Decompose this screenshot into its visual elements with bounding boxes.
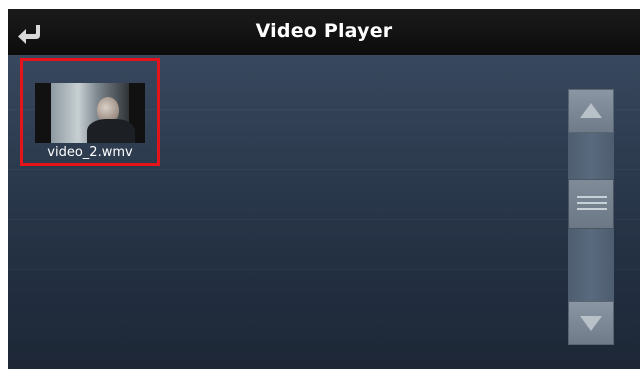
scroll-up-button[interactable]	[568, 89, 614, 133]
triangle-up-icon	[580, 103, 602, 118]
file-name-label: video_2.wmv	[47, 145, 133, 160]
file-item-video[interactable]: video_2.wmv	[20, 58, 160, 166]
page-title: Video Player	[255, 20, 393, 42]
video-thumbnail	[35, 83, 145, 143]
thumbnail-image	[51, 83, 135, 143]
vertical-scrollbar[interactable]	[568, 89, 614, 345]
scroll-thumb[interactable]	[568, 179, 614, 229]
title-bar: Video Player	[8, 9, 640, 56]
grip-lines-icon	[577, 208, 607, 210]
divider	[8, 169, 640, 170]
grip-lines-icon	[577, 202, 607, 204]
triangle-down-icon	[580, 316, 602, 331]
grip-lines-icon	[577, 196, 607, 198]
scroll-track[interactable]	[568, 133, 614, 301]
thumbnail-figure-body	[87, 119, 135, 143]
scroll-down-button[interactable]	[568, 301, 614, 345]
divider	[8, 269, 640, 270]
video-player-screen: Video Player video_2.wmv	[8, 9, 640, 369]
divider	[8, 219, 640, 220]
